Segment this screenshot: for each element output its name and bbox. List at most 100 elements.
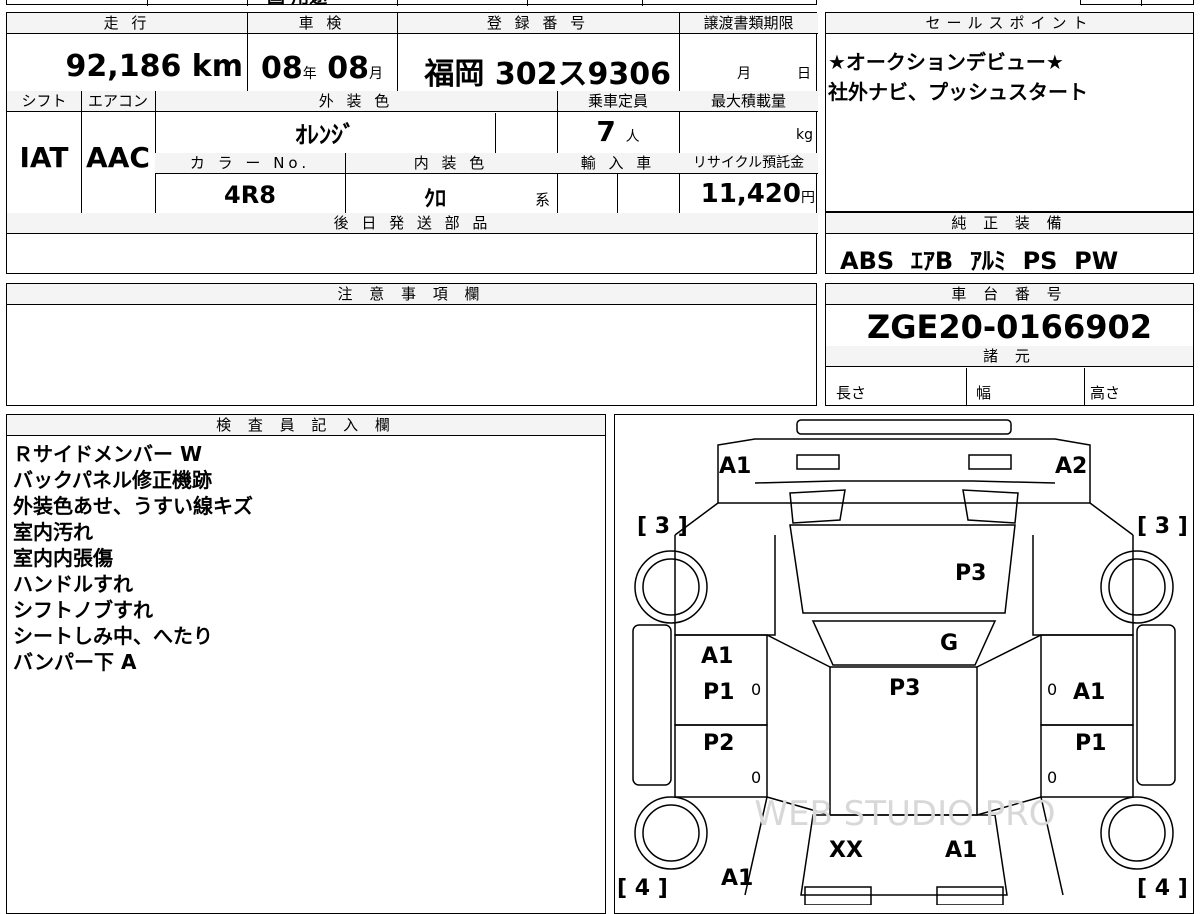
spec-height: 高さ xyxy=(1090,384,1121,402)
remark-line: バックパネル修正機跡 xyxy=(13,468,212,492)
inspector-box: 検 査 員 記 入 欄 Ｒサイドメンバー W バックパネル修正機跡 外装色あせ、… xyxy=(6,414,606,914)
spec-length: 長さ xyxy=(836,384,867,402)
sales-point-line: 社外ナビ、プッシュスタート xyxy=(828,80,1088,104)
aircon-label: エアコン xyxy=(81,91,155,112)
plate-number: 302 xyxy=(494,57,558,92)
transfer-day-unit: 日 xyxy=(797,66,811,82)
recycle-label: リサイクル預託金 xyxy=(679,153,818,174)
color-no-label: カ ラ ー No. xyxy=(155,153,345,174)
genuine-equipment-label: 純 正 装 備 xyxy=(826,213,1193,234)
remark-line: バンパー下 A xyxy=(13,650,137,674)
car-diagram: WEB STUDIO PRO A1 A2 P3 G P3 A1 P1 P2 A1… xyxy=(617,419,1188,905)
notes-box: 注 意 事 項 欄 xyxy=(6,283,817,406)
sales-points-box: セールスポイント ★オークションデビュー★ 社外ナビ、プッシュスタート xyxy=(825,12,1194,212)
remark-line: 外装色あせ、うすい線キズ xyxy=(13,494,253,518)
recycle-unit: 円 xyxy=(801,190,815,206)
capacity-value-cell: 7 人 xyxy=(557,115,679,148)
exterior-color-label: 外 装 色 xyxy=(155,91,557,112)
plate-kana: ス xyxy=(557,57,588,92)
transfer-month-unit: 月 xyxy=(737,66,751,82)
tire-front-right-value: 3 xyxy=(1155,514,1170,539)
chassis-box: 車 台 番 号 ZGE20-0166902 諸 元 長さ 幅 高さ xyxy=(825,283,1194,406)
top-fragment-row: 国 用途 xyxy=(6,0,817,8)
sales-point-line: ★オークションデビュー★ xyxy=(828,50,1064,74)
interior-color-suffix: 系 xyxy=(535,191,551,209)
zero-mark: 0 xyxy=(751,768,761,787)
plate-label: 登 録 番 号 xyxy=(397,13,679,34)
inspector-remarks: Ｒサイドメンバー W バックパネル修正機跡 外装色あせ、うすい線キズ 室内汚れ … xyxy=(13,441,253,675)
watermark: WEB STUDIO PRO xyxy=(754,794,1055,834)
specs-label: 諸 元 xyxy=(826,346,1193,367)
shaken-year: 08 xyxy=(261,51,303,86)
mark-front-left: A1 xyxy=(719,454,751,479)
mark-roof: P3 xyxy=(889,676,920,701)
interior-color-label: 内 装 色 xyxy=(345,153,557,174)
recycle-value-cell: 11,420円 xyxy=(679,179,815,209)
shift-label: シフト xyxy=(7,91,81,112)
mark-right-rear-door: P1 xyxy=(1075,731,1106,756)
remark-line: ハンドルすれ xyxy=(13,572,133,596)
genuine-equipment-value: ABS ｴｱB ｱﾙﾐ PS PW xyxy=(840,247,1119,275)
zero-mark: 0 xyxy=(1047,768,1057,787)
top-fragment-right xyxy=(1080,0,1194,6)
shift-value: IAT xyxy=(19,141,69,174)
vehicle-info-table: 走 行 車 検 登 録 番 号 譲渡書類期限 92,186 km 08年 08月… xyxy=(6,12,818,274)
import-label: 輸 入 車 xyxy=(557,153,679,174)
mark-left-front-door-a: A1 xyxy=(701,644,733,669)
mileage-value: 92,186 xyxy=(65,49,182,84)
tire-front-right-mark: [ 3 ] xyxy=(1137,514,1188,539)
remark-line: シフトノブすれ xyxy=(13,598,153,622)
notes-label: 注 意 事 項 欄 xyxy=(7,284,816,305)
shaken-month: 08 xyxy=(327,51,369,86)
capacity-unit: 人 xyxy=(625,129,640,145)
mark-rear-right: A1 xyxy=(945,838,977,863)
plate-area: 福岡 xyxy=(424,57,485,92)
tire-rear-left-mark: [ 4 ] xyxy=(617,876,668,901)
sales-points-label: セールスポイント xyxy=(826,13,1193,34)
plate-serial: 9306 xyxy=(587,57,672,92)
shaken-month-unit: 月 xyxy=(368,66,383,82)
interior-color-value: ｸﾛ xyxy=(423,187,446,212)
capacity-label: 乗車定員 xyxy=(557,91,679,112)
spec-width: 幅 xyxy=(976,384,992,402)
tire-front-left-value: 3 xyxy=(655,514,670,539)
chassis-label: 車 台 番 号 xyxy=(826,284,1193,305)
tire-rear-right-mark: [ 4 ] xyxy=(1137,876,1188,901)
capacity-value: 7 xyxy=(596,115,616,148)
mark-left-front-door-p: P1 xyxy=(703,680,734,705)
remark-line: Ｒサイドメンバー W xyxy=(13,442,203,466)
mark-left-rear-door: P2 xyxy=(703,731,734,756)
shaken-year-unit: 年 xyxy=(302,66,317,82)
remark-line: シートしみ中、へたり xyxy=(13,624,213,648)
max-load-unit: kg xyxy=(796,127,813,143)
aircon-value: AAC xyxy=(86,141,150,174)
mileage-value-cell: 92,186 km xyxy=(7,49,243,84)
zero-mark: 0 xyxy=(751,680,761,699)
max-load-label: 最大積載量 xyxy=(679,91,818,112)
top-fragment-text: 国 用途 xyxy=(267,0,327,9)
zero-mark: 0 xyxy=(1047,680,1057,699)
color-no-value: 4R8 xyxy=(224,181,276,209)
shaken-value-cell: 08年 08月 xyxy=(247,51,397,86)
mark-hood: P3 xyxy=(955,561,986,586)
tire-front-left-mark: [ 3 ] xyxy=(637,514,688,539)
remark-line: 室内内張傷 xyxy=(13,546,113,570)
inspector-label: 検 査 員 記 入 欄 xyxy=(7,415,605,436)
mark-rear-bumper-left: A1 xyxy=(721,866,753,891)
sales-points-lines: ★オークションデビュー★ 社外ナビ、プッシュスタート xyxy=(828,47,1088,107)
remark-line: 室内汚れ xyxy=(13,520,93,544)
plate-value-cell: 福岡 302ス9306 xyxy=(397,49,679,93)
recycle-value: 11,420 xyxy=(700,179,801,209)
tire-rear-right-value: 4 xyxy=(1155,876,1170,901)
mark-front-right: A2 xyxy=(1055,454,1087,479)
transfer-deadline-label: 譲渡書類期限 xyxy=(679,13,818,34)
mark-windshield: G xyxy=(940,631,958,656)
mileage-label: 走 行 xyxy=(7,13,247,34)
genuine-equipment-box: 純 正 装 備 ABS ｴｱB ｱﾙﾐ PS PW xyxy=(825,212,1194,275)
shaken-label: 車 検 xyxy=(247,13,397,34)
car-diagram-box: WEB STUDIO PRO A1 A2 P3 G P3 A1 P1 P2 A1… xyxy=(614,414,1194,914)
mileage-unit: km xyxy=(191,49,243,84)
chassis-value: ZGE20-0166902 xyxy=(867,308,1152,346)
mark-rear-gate: XX xyxy=(829,838,863,863)
mark-right-front-door: A1 xyxy=(1073,680,1105,705)
